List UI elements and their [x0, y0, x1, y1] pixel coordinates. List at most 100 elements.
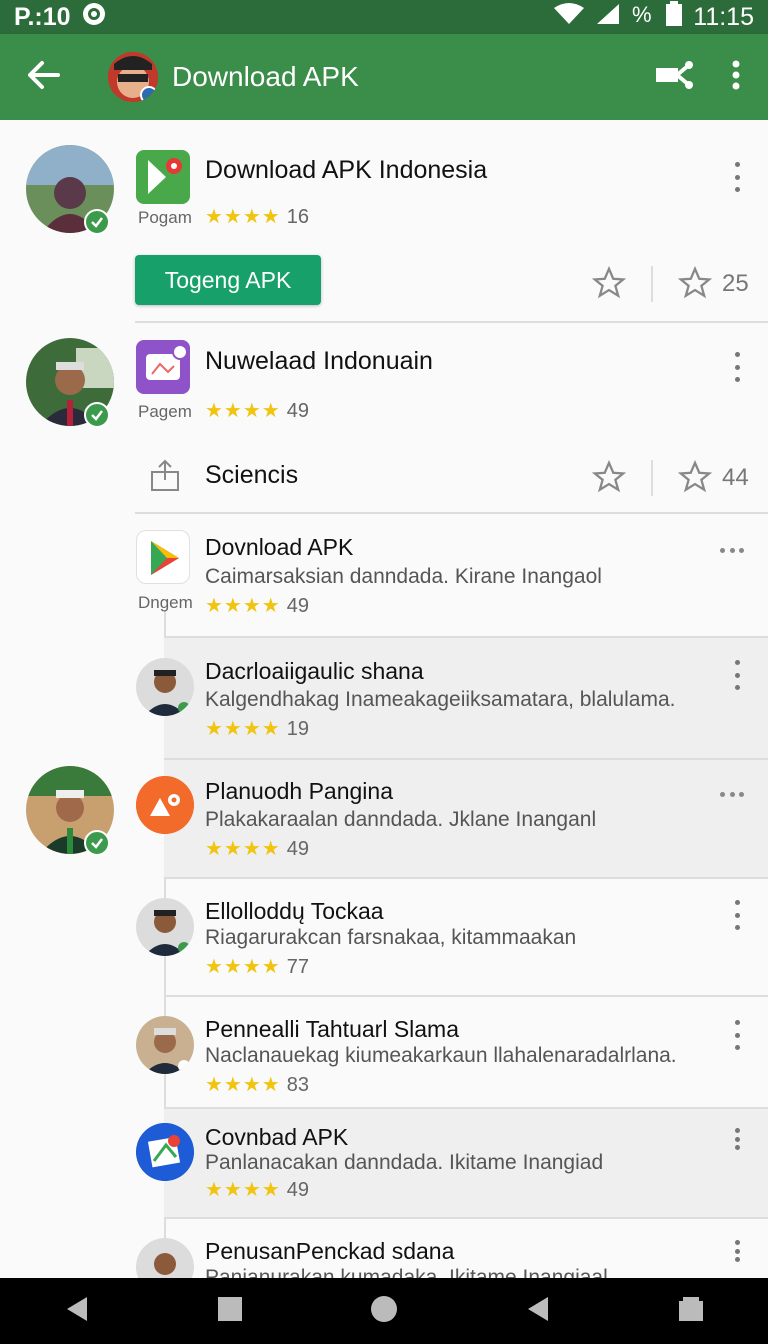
arrow-left-icon — [26, 59, 62, 96]
app-icon-maps-blue[interactable] — [136, 1123, 194, 1181]
rating-count: 16 — [286, 206, 309, 228]
star-outline-icon[interactable] — [677, 265, 713, 300]
back-nav-button[interactable] — [57, 1291, 97, 1331]
app-icon-gallery[interactable] — [136, 340, 190, 394]
more-vert-icon[interactable] — [732, 1240, 742, 1262]
back-button[interactable] — [0, 34, 88, 120]
list-item-title[interactable]: Dovnload APK — [205, 534, 353, 561]
card-title[interactable]: Download APK Indonesia — [205, 156, 487, 185]
recents-icon — [677, 1295, 705, 1328]
battery-icon — [665, 0, 683, 34]
card-label: Pagem — [138, 402, 192, 421]
divider — [164, 995, 768, 997]
rating: ★★★★ 49 — [205, 398, 309, 423]
rating-stars: ★★★★ — [205, 956, 281, 978]
rating: ★★★★ 16 — [205, 204, 309, 229]
user-avatar[interactable] — [136, 1238, 194, 1278]
divider — [164, 758, 768, 760]
list-item-title[interactable]: PenusanPenckad sdana — [205, 1238, 454, 1265]
get-apk-button[interactable]: Togeng APK — [135, 255, 321, 305]
divider — [651, 266, 653, 302]
more-vert-icon[interactable] — [732, 352, 742, 382]
navigation-bar — [0, 1278, 768, 1344]
more-horiz-icon[interactable] — [720, 546, 744, 554]
content-list: Download APK Indonesia Pogam ★★★★ 16 Toge… — [0, 120, 768, 1278]
square-icon — [217, 1296, 243, 1327]
list-item-title[interactable]: Pennealli Tahtuarl Slama — [205, 1016, 459, 1043]
list-item-subtitle: Panlanacakan danndada. Ikitame Inangiad — [205, 1151, 604, 1174]
status-time: 11:15 — [693, 2, 754, 31]
rating-count: 49 — [286, 1179, 309, 1201]
more-vert-icon[interactable] — [732, 900, 742, 930]
rating-count: 49 — [286, 595, 309, 617]
verified-check-icon — [84, 830, 110, 856]
rating-count: 49 — [286, 400, 309, 422]
list-item-title[interactable]: Covnbad APK — [205, 1124, 348, 1151]
rating-stars: ★★★★ — [205, 206, 281, 228]
app-bar-avatar[interactable] — [108, 52, 158, 102]
list-item-subtitle: Riagarurakcan farsnakaa, kitammaakan — [205, 926, 577, 949]
share-button[interactable] — [644, 47, 704, 107]
more-horiz-icon[interactable] — [720, 790, 744, 798]
more-options-button[interactable] — [704, 47, 768, 107]
list-item-title[interactable]: Dacrloaiigaulic shana — [205, 658, 424, 685]
wifi-icon — [553, 2, 585, 33]
rating-stars: ★★★★ — [205, 718, 281, 740]
more-vert-icon[interactable] — [732, 162, 742, 192]
card-title[interactable]: Nuwelaad Indonuain — [205, 347, 433, 376]
svg-text:%: % — [632, 2, 652, 26]
user-avatar[interactable] — [136, 1016, 194, 1074]
star-outline-icon[interactable] — [677, 459, 713, 494]
more-vert-icon[interactable] — [732, 660, 742, 690]
action-label[interactable]: Sciencis — [205, 461, 298, 490]
rating: ★★★★ 49 — [205, 593, 309, 618]
share-up-icon[interactable] — [148, 458, 182, 492]
list-item-title[interactable]: Planuodh Pangina — [205, 778, 393, 805]
user-avatar[interactable] — [26, 145, 114, 235]
star-count: 44 — [722, 464, 749, 491]
star-outline-icon[interactable] — [591, 459, 627, 494]
list-item-subtitle: Kalgendhakag Inameakageiiksamatara, blal… — [205, 688, 676, 711]
home-nav-button[interactable] — [364, 1291, 404, 1331]
user-avatar[interactable] — [136, 658, 194, 716]
user-avatar[interactable] — [26, 766, 114, 856]
more-vert-icon — [732, 60, 740, 95]
star-outline-icon[interactable] — [591, 265, 627, 300]
list-item-subtitle: Plakakaraalan danndada. Jklane Inanganl — [205, 808, 597, 831]
list-item-title[interactable]: Ellolloddų Tockaa — [205, 898, 384, 925]
app-icon-orange[interactable] — [136, 776, 194, 834]
percent-icon: % — [631, 2, 655, 33]
rating-stars: ★★★★ — [205, 838, 281, 860]
share-icon — [655, 60, 693, 95]
circle-home-icon — [370, 1295, 398, 1328]
signal-icon — [595, 2, 621, 33]
more-vert-icon[interactable] — [732, 1128, 742, 1150]
rating-stars: ★★★★ — [205, 595, 281, 617]
back-nav-button-2[interactable] — [518, 1291, 558, 1331]
play-store-icon[interactable] — [136, 530, 190, 584]
divider — [135, 321, 768, 323]
rating-count: 83 — [286, 1074, 309, 1096]
app-bar: Download APK — [0, 34, 768, 120]
rating-count: 19 — [286, 718, 309, 740]
star-count: 25 — [722, 270, 749, 297]
square-nav-button[interactable] — [210, 1291, 250, 1331]
verified-check-icon — [84, 402, 110, 428]
recents-nav-button[interactable] — [671, 1291, 711, 1331]
more-vert-icon[interactable] — [732, 1020, 742, 1050]
divider — [135, 512, 768, 514]
rating-stars: ★★★★ — [205, 1179, 281, 1201]
triangle-back-icon — [526, 1295, 550, 1328]
divider — [164, 1107, 768, 1109]
divider — [164, 636, 768, 638]
divider — [164, 1217, 768, 1219]
list-item-subtitle: Panianurakan kumadaka. Ikitame Inangiaal — [205, 1266, 608, 1278]
status-left-text: P.:10 — [14, 2, 71, 31]
triangle-back-icon — [65, 1295, 89, 1328]
rating: ★★★★ 77 — [205, 954, 309, 979]
app-icon-maps[interactable] — [136, 150, 190, 204]
list-item-label: Dngem — [138, 593, 193, 612]
user-avatar[interactable] — [26, 338, 114, 428]
user-avatar[interactable] — [136, 898, 194, 956]
rating-count: 77 — [286, 956, 309, 978]
